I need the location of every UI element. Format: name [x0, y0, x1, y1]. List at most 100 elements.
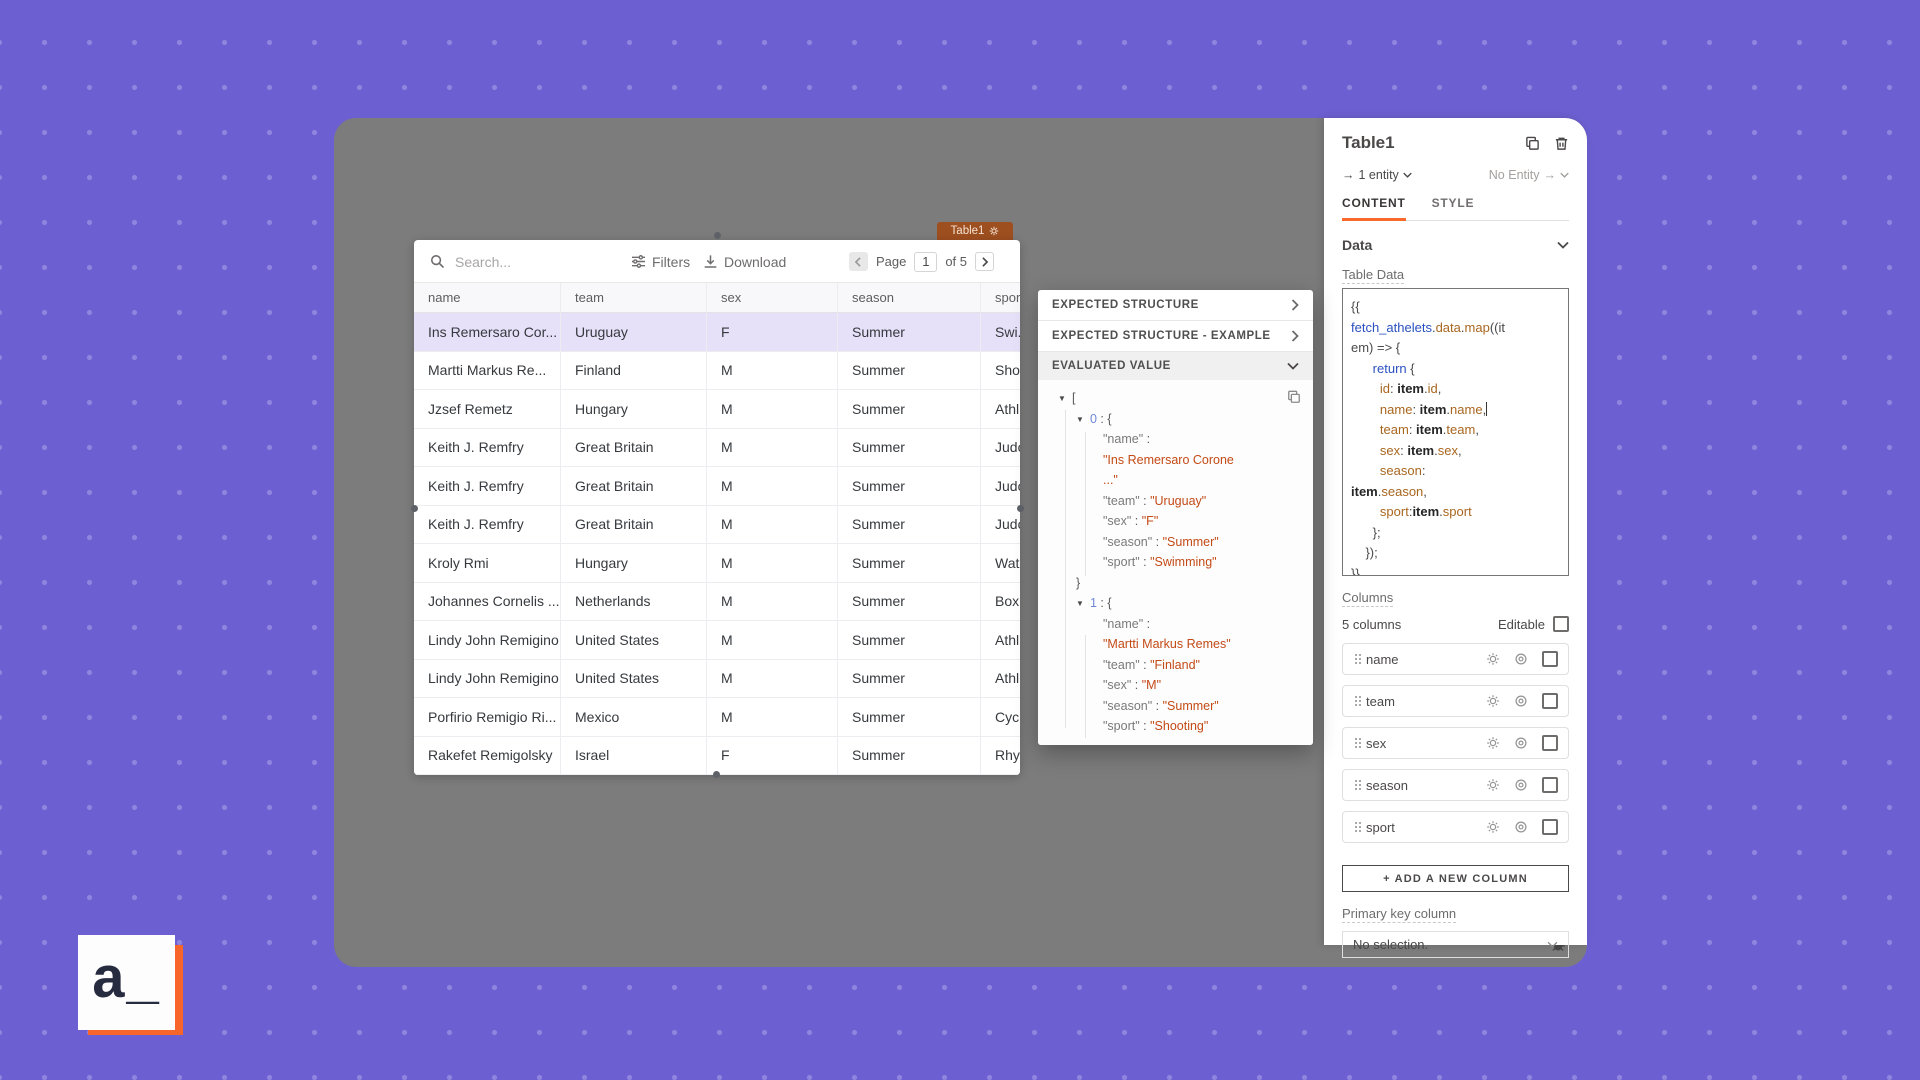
- table-row[interactable]: Porfirio Remigio Ri...MexicoMSummerCycli…: [414, 698, 1020, 737]
- column-settings-gear-icon[interactable]: [1486, 778, 1500, 792]
- column-item-sport[interactable]: sport: [1342, 811, 1569, 843]
- tree-guide-line: [1065, 410, 1066, 728]
- table-cell-name: Martti Markus Re...: [414, 352, 561, 390]
- drag-handle-icon[interactable]: [1355, 738, 1357, 740]
- primary-key-label: Primary key column: [1342, 906, 1456, 923]
- column-header-season[interactable]: season: [838, 283, 981, 312]
- column-checkbox[interactable]: [1542, 651, 1558, 667]
- no-entity-label: No Entity: [1489, 168, 1540, 182]
- column-visibility-icon[interactable]: [1514, 736, 1528, 750]
- column-settings-gear-icon[interactable]: [1486, 736, 1500, 750]
- column-item-team[interactable]: team: [1342, 685, 1569, 717]
- column-settings-gear-icon[interactable]: [1486, 820, 1500, 834]
- evaluated-value-popup: EXPECTED STRUCTURE EXPECTED STRUCTURE - …: [1038, 290, 1313, 745]
- copy-json-icon[interactable]: [1287, 390, 1301, 409]
- editable-checkbox[interactable]: [1553, 616, 1569, 632]
- expected-structure-section[interactable]: EXPECTED STRUCTURE: [1038, 290, 1313, 321]
- table-row[interactable]: Johannes Cornelis ...NetherlandsMSummerB…: [414, 583, 1020, 622]
- evaluated-value-section[interactable]: EVALUATED VALUE: [1038, 352, 1313, 380]
- json-tree-line: "sex" : "F": [1038, 511, 1313, 532]
- expand-triangle-icon[interactable]: ▼: [1058, 389, 1072, 410]
- resize-handle-top[interactable]: [714, 232, 721, 239]
- drag-handle-icon[interactable]: [1355, 696, 1357, 698]
- table-cell-team: Netherlands: [561, 583, 707, 621]
- code-line: sport:item.sport: [1351, 502, 1560, 523]
- page-number-input[interactable]: [914, 252, 937, 272]
- table-cell-season: Summer: [838, 352, 981, 390]
- column-header-sport[interactable]: sport: [981, 283, 1020, 312]
- drag-handle-icon[interactable]: [1355, 654, 1357, 656]
- incoming-entity-selector[interactable]: → 1 entity: [1342, 168, 1412, 182]
- outgoing-entity-selector[interactable]: No Entity →: [1489, 168, 1569, 182]
- widget-name-badge[interactable]: Table1: [937, 222, 1013, 240]
- expand-triangle-icon[interactable]: ▼: [1076, 594, 1090, 615]
- column-visibility-icon[interactable]: [1514, 778, 1528, 792]
- table-row[interactable]: Ins Remersaro Cor...UruguayFSummerSwi...: [414, 313, 1020, 352]
- widget-settings-gear-icon[interactable]: [989, 226, 999, 236]
- previous-page-button[interactable]: [849, 252, 868, 271]
- data-section-label: Data: [1342, 237, 1372, 253]
- resize-handle-bottom[interactable]: [713, 771, 720, 778]
- column-item-name[interactable]: name: [1342, 643, 1569, 675]
- column-visibility-icon[interactable]: [1514, 652, 1528, 666]
- table-cell-team: Mexico: [561, 698, 707, 736]
- column-checkbox[interactable]: [1542, 693, 1558, 709]
- column-settings-gear-icon[interactable]: [1486, 694, 1500, 708]
- code-editor[interactable]: {{ fetch_athelets.data.map((item) => { r…: [1342, 288, 1569, 576]
- app-background: Table1: [0, 0, 1920, 1080]
- table-row[interactable]: Keith J. RemfryGreat BritainMSummerJudo: [414, 467, 1020, 506]
- table-widget[interactable]: Filters Download Page of: [414, 240, 1020, 775]
- column-header-name[interactable]: name: [414, 283, 561, 312]
- table-cell-sport: Cycli...: [981, 698, 1020, 736]
- drag-handle-icon[interactable]: [1355, 780, 1357, 782]
- column-item-season[interactable]: season: [1342, 769, 1569, 801]
- table-row[interactable]: Keith J. RemfryGreat BritainMSummerJudo: [414, 429, 1020, 468]
- column-header-team[interactable]: team: [561, 283, 707, 312]
- resize-handle-right[interactable]: [1017, 505, 1024, 512]
- primary-key-dropdown[interactable]: No selection.: [1342, 931, 1569, 958]
- copy-widget-icon[interactable]: [1525, 136, 1540, 151]
- table-row[interactable]: Keith J. RemfryGreat BritainMSummerJudo: [414, 506, 1020, 545]
- table-cell-season: Summer: [838, 737, 981, 775]
- tree-guide-line: [1085, 635, 1086, 738]
- table-row[interactable]: Lindy John RemiginoUnited StatesMSummerA…: [414, 660, 1020, 699]
- chevron-down-icon: [1557, 241, 1569, 249]
- table-cell-team: Hungary: [561, 390, 707, 428]
- expected-structure-example-section[interactable]: EXPECTED STRUCTURE - EXAMPLE: [1038, 321, 1313, 352]
- filters-label: Filters: [652, 254, 690, 270]
- table-row[interactable]: Lindy John RemiginoUnited StatesMSummerA…: [414, 621, 1020, 660]
- resize-handle-left[interactable]: [411, 505, 418, 512]
- table-cell-team: Finland: [561, 352, 707, 390]
- column-visibility-icon[interactable]: [1514, 820, 1528, 834]
- delete-widget-icon[interactable]: [1554, 136, 1569, 151]
- expand-triangle-icon[interactable]: ▼: [1076, 410, 1090, 431]
- data-section-header[interactable]: Data: [1342, 233, 1569, 257]
- table-row[interactable]: Kroly RmiHungaryMSummerWat...: [414, 544, 1020, 583]
- column-checkbox[interactable]: [1542, 735, 1558, 751]
- download-label: Download: [724, 254, 786, 270]
- panel-tabs: CONTENT STYLE: [1342, 196, 1569, 221]
- table-cell-sex: M: [707, 352, 838, 390]
- logo-white-square: a_: [78, 935, 175, 1030]
- table-row[interactable]: Rakefet RemigolskyIsraelFSummerRhyt...: [414, 737, 1020, 776]
- drag-handle-icon[interactable]: [1355, 822, 1357, 824]
- column-settings-gear-icon[interactable]: [1486, 652, 1500, 666]
- column-checkbox[interactable]: [1542, 777, 1558, 793]
- search-input[interactable]: [453, 253, 593, 271]
- tab-style[interactable]: STYLE: [1432, 196, 1475, 220]
- table-row[interactable]: Jzsef RemetzHungaryMSummerAthl...: [414, 390, 1020, 429]
- next-page-button[interactable]: [975, 252, 994, 271]
- add-new-column-button[interactable]: + ADD A NEW COLUMN: [1342, 865, 1569, 892]
- expected-structure-label: EXPECTED STRUCTURE: [1052, 299, 1199, 311]
- table-cell-season: Summer: [838, 467, 981, 505]
- column-visibility-icon[interactable]: [1514, 694, 1528, 708]
- download-button[interactable]: Download: [703, 240, 786, 283]
- column-checkbox[interactable]: [1542, 819, 1558, 835]
- arrow-right-icon: →: [1544, 168, 1557, 182]
- table-row[interactable]: Martti Markus Re...FinlandMSummerSho...: [414, 352, 1020, 391]
- filters-button[interactable]: Filters: [631, 240, 690, 283]
- column-item-sex[interactable]: sex: [1342, 727, 1569, 759]
- column-header-sex[interactable]: sex: [707, 283, 838, 312]
- table-cell-sex: F: [707, 313, 838, 351]
- tab-content[interactable]: CONTENT: [1342, 196, 1406, 221]
